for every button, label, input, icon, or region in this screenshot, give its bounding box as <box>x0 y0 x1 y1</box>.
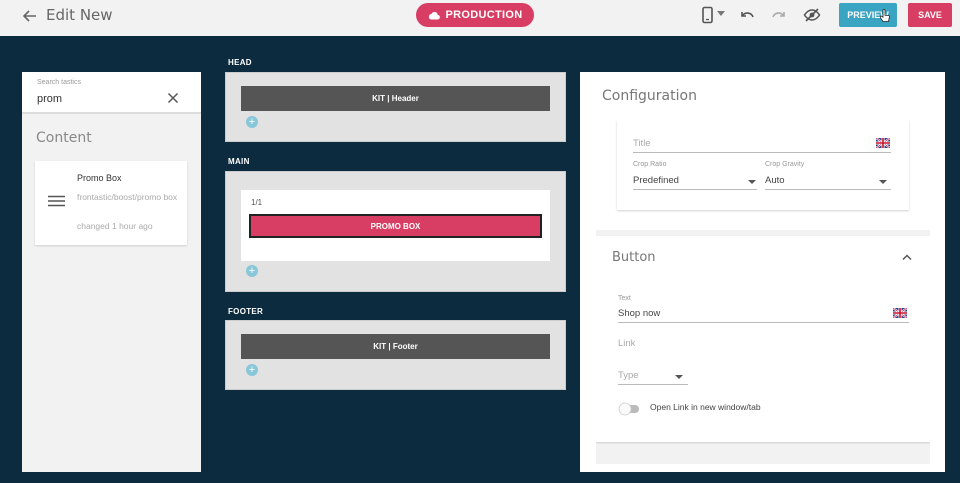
tastic-promo-box[interactable]: PROMO BOX <box>249 214 542 238</box>
button-text-input[interactable]: Shop now <box>618 308 660 319</box>
button-section-title: Button <box>612 250 656 265</box>
top-bar: Edit New PRODUCTION PREVIEW SAVE <box>0 0 960 36</box>
crop-gravity-select[interactable]: Auto <box>765 175 785 186</box>
link-type-select[interactable]: Type <box>618 370 639 381</box>
crop-gravity-underline <box>765 189 891 190</box>
chevron-up-icon[interactable] <box>902 253 912 261</box>
crop-ratio-underline <box>633 189 757 190</box>
tastic-kit-footer[interactable]: KIT | Footer <box>241 334 550 359</box>
tastic-changed: changed 1 hour ago <box>77 221 153 231</box>
region-label-footer: FOOTER <box>228 307 264 316</box>
environment-label: PRODUCTION <box>445 9 523 21</box>
page-title: Edit New <box>46 6 113 24</box>
back-arrow-icon[interactable] <box>22 8 38 24</box>
uk-flag-icon[interactable] <box>893 308 907 318</box>
hand-cursor-icon <box>880 9 890 22</box>
crop-ratio-select[interactable]: Predefined <box>633 175 679 186</box>
link-type-underline <box>618 384 688 385</box>
configuration-panel: Configuration Title Crop Ratio Predefine… <box>580 72 945 472</box>
region-label-main: MAIN <box>228 157 250 166</box>
button-settings-section: Button Text Shop now Link Type Open Link… <box>596 236 930 442</box>
crop-ratio-label: Crop Ratio <box>633 161 667 168</box>
region-main: 1/1 PROMO BOX + <box>225 171 566 292</box>
tastic-sidebar: Search tastics prom Content Promo Box fr… <box>22 72 201 472</box>
title-underline <box>633 152 891 153</box>
close-icon[interactable] <box>167 92 179 104</box>
chevron-down-icon[interactable] <box>879 180 887 184</box>
configuration-scroll-area[interactable]: Title Crop Ratio Predefined Crop Gravity… <box>596 120 930 464</box>
region-label-head: HEAD <box>228 58 252 67</box>
button-text-label: Text <box>618 295 631 302</box>
region-head: KIT | Header + <box>225 72 566 142</box>
redo-icon[interactable] <box>770 6 788 24</box>
undo-icon[interactable] <box>738 6 756 24</box>
search-label: Search tastics <box>37 79 81 86</box>
layout-cell[interactable]: 1/1 PROMO BOX <box>241 190 550 261</box>
chevron-down-icon[interactable] <box>675 375 683 379</box>
crop-gravity-label: Crop Gravity <box>765 161 805 168</box>
tastic-name: Promo Box <box>77 173 122 183</box>
uk-flag-icon[interactable] <box>876 138 890 148</box>
tastic-card[interactable]: Promo Box frontastic/boost/promo box cha… <box>35 161 187 245</box>
cell-size-label: 1/1 <box>251 198 263 207</box>
add-cell-button[interactable]: + <box>246 364 258 376</box>
new-window-label: Open Link in new window/tab <box>650 402 761 412</box>
eye-off-icon[interactable] <box>803 6 821 24</box>
save-button[interactable]: SAVE <box>908 3 952 27</box>
add-cell-button[interactable]: + <box>246 116 258 128</box>
button-text-underline <box>618 322 909 323</box>
title-field[interactable]: Title <box>633 138 651 149</box>
tastic-path: frontastic/boost/promo box <box>77 192 178 202</box>
image-settings-section: Title Crop Ratio Predefined Crop Gravity… <box>596 120 930 230</box>
drag-handle-icon[interactable] <box>48 195 65 207</box>
content-heading: Content <box>36 130 92 146</box>
add-cell-button[interactable]: + <box>246 265 258 277</box>
region-footer: KIT | Footer + <box>225 320 566 390</box>
link-label: Link <box>618 338 636 349</box>
configuration-title: Configuration <box>602 88 697 104</box>
search-tastics-field[interactable]: Search tastics prom <box>22 72 201 114</box>
search-input[interactable]: prom <box>37 93 62 105</box>
environment-button[interactable]: PRODUCTION <box>416 3 534 27</box>
tastic-kit-header[interactable]: KIT | Header <box>241 86 550 111</box>
image-settings-card: Title Crop Ratio Predefined Crop Gravity… <box>617 120 909 210</box>
new-window-toggle[interactable] <box>618 402 640 416</box>
chevron-down-icon[interactable] <box>748 180 756 184</box>
chevron-down-icon[interactable] <box>716 11 726 17</box>
cloud-icon <box>428 11 440 20</box>
